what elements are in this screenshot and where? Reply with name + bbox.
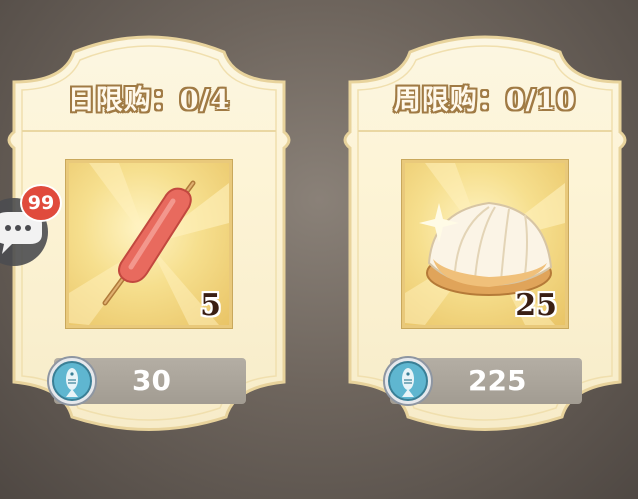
price-bar[interactable]: 225	[383, 356, 582, 406]
daily-limit-title: 日限购：0/4	[67, 85, 231, 116]
item-quantity: 25	[515, 288, 557, 323]
item-slot[interactable]: 5	[65, 159, 233, 329]
price-value: 30	[132, 364, 171, 397]
item-slot[interactable]: 25	[401, 159, 569, 329]
notification-badge: 99	[20, 184, 62, 222]
price-value: 225	[468, 364, 527, 397]
weekly-limit-title: 周限购：0/10	[393, 85, 577, 116]
price-bar[interactable]: 30	[47, 356, 246, 406]
item-quantity: 5	[200, 288, 221, 323]
fish-coin-icon	[47, 356, 97, 406]
fish-coin-icon	[383, 356, 433, 406]
shop-card-weekly[interactable]: 周限购：0/10 25 225	[340, 22, 630, 442]
